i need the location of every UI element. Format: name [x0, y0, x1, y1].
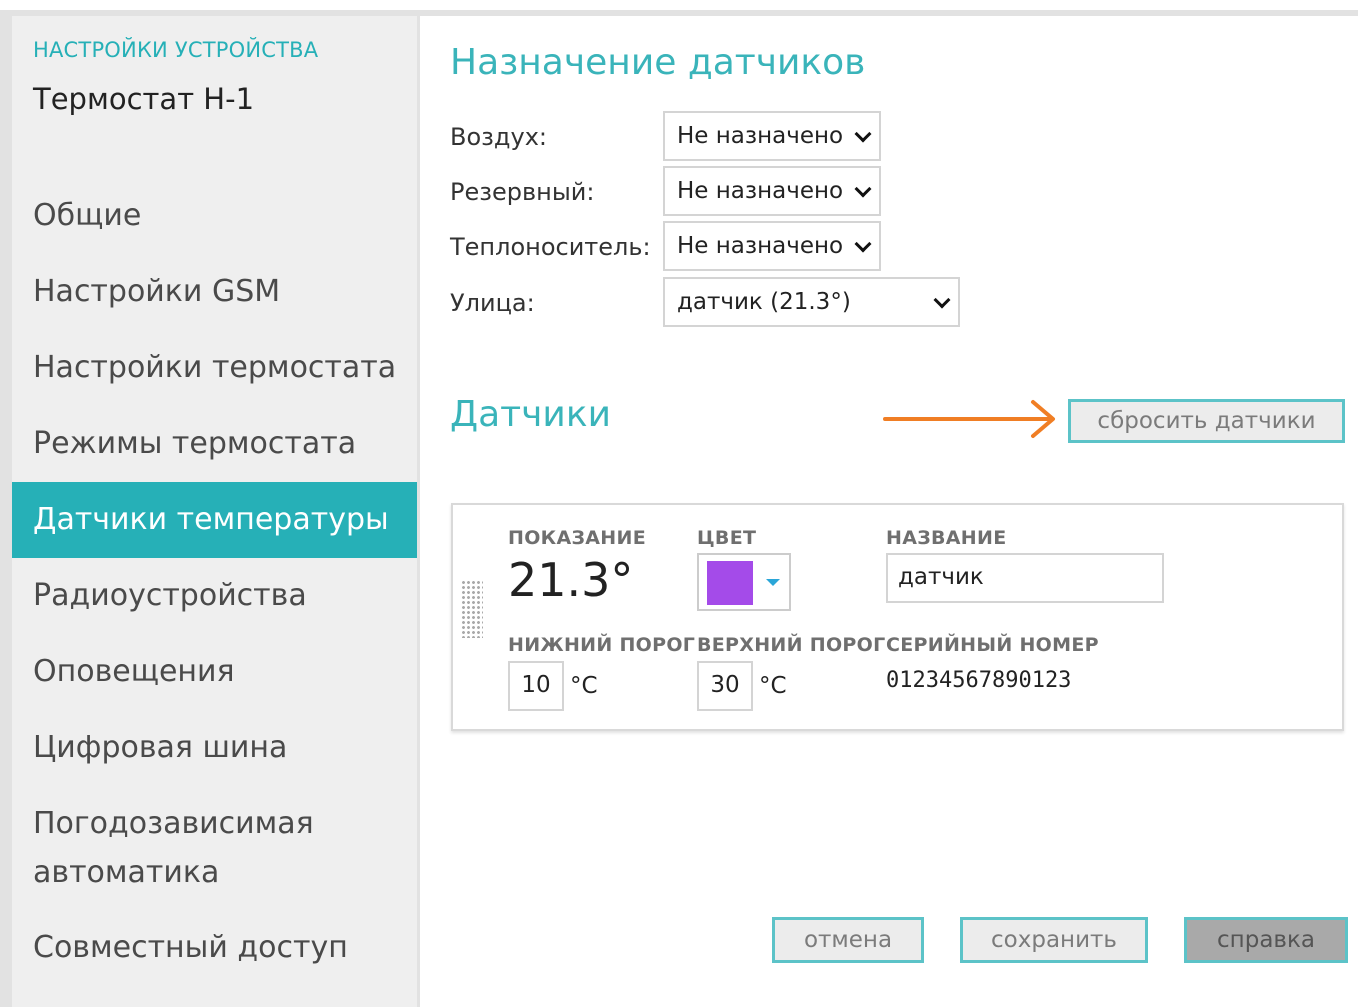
sidebar-item-digital-bus[interactable]: Цифровая шина: [12, 710, 417, 786]
chevron-down-icon: [933, 291, 951, 309]
high-threshold-unit: °C: [759, 673, 787, 699]
sidebar-item-gsm-settings[interactable]: Настройки GSM: [12, 254, 417, 330]
chevron-down-icon: [854, 235, 872, 253]
assign-value-coolant: Не назначено: [677, 233, 844, 259]
low-threshold-unit: °C: [570, 673, 598, 699]
assign-row-reserve: Резервный: Не назначено: [450, 166, 1010, 216]
serial-label: СЕРИЙНЫЙ НОМЕР: [886, 634, 1099, 656]
high-threshold-label: ВЕРХНИЙ ПОРОГ: [697, 634, 886, 656]
assign-row-air: Воздух: Не назначено: [450, 111, 1010, 161]
assign-value-air: Не назначено: [677, 123, 844, 149]
sidebar-item-radio-devices[interactable]: Радиоустройства: [12, 558, 417, 634]
sidebar-item-temperature-sensors[interactable]: Датчики температуры: [12, 482, 417, 558]
sensors-title: Датчики: [450, 394, 611, 435]
assign-select-air[interactable]: Не назначено: [663, 111, 881, 161]
cancel-button[interactable]: отмена: [772, 917, 924, 963]
color-swatch: [707, 561, 753, 605]
color-label: ЦВЕТ: [697, 527, 757, 549]
serial-number: 01234567890123: [886, 668, 1072, 693]
window-left-border: [0, 10, 12, 1007]
assign-row-street: Улица: датчик (21.3°): [450, 277, 1010, 327]
drag-handle-icon[interactable]: [461, 580, 483, 638]
assign-label-air: Воздух:: [450, 123, 547, 151]
sidebar-item-thermostat-modes[interactable]: Режимы термостата: [12, 406, 417, 482]
sidebar-item-notifications[interactable]: Оповещения: [12, 634, 417, 710]
assign-value-street: датчик (21.3°): [677, 289, 851, 315]
sidebar-item-shared-access[interactable]: Совместный доступ: [12, 910, 417, 986]
color-picker[interactable]: [697, 553, 791, 611]
assign-title: Назначение датчиков: [450, 42, 866, 83]
caret-down-icon: [766, 579, 780, 586]
low-threshold-label: НИЖНИЙ ПОРОГ: [508, 634, 696, 656]
low-threshold-input[interactable]: 10: [508, 661, 564, 711]
name-label: НАЗВАНИЕ: [886, 527, 1007, 549]
device-name: Термостат Н-1: [33, 82, 255, 116]
assign-label-street: Улица:: [450, 289, 535, 317]
sensor-card: ПОКАЗАНИЕ 21.3° ЦВЕТ НАЗВАНИЕ датчик НИЖ…: [451, 503, 1344, 731]
chevron-down-icon: [854, 180, 872, 198]
sidebar-item-general[interactable]: Общие: [12, 178, 417, 254]
settings-sidebar: НАСТРОЙКИ УСТРОЙСТВА Термостат Н-1 Общие…: [12, 16, 420, 1007]
assign-label-coolant: Теплоноситель:: [450, 233, 651, 261]
sidebar-menu: Общие Настройки GSM Настройки термостата…: [12, 178, 417, 986]
sensor-reading: 21.3°: [508, 553, 634, 607]
assign-select-coolant[interactable]: Не назначено: [663, 221, 881, 271]
assign-select-reserve[interactable]: Не назначено: [663, 166, 881, 216]
save-button[interactable]: сохранить: [960, 917, 1148, 963]
arrow-right-icon: [883, 400, 1055, 438]
reading-label: ПОКАЗАНИЕ: [508, 527, 646, 549]
high-threshold-input[interactable]: 30: [697, 661, 753, 711]
assign-value-reserve: Не назначено: [677, 178, 844, 204]
assign-label-reserve: Резервный:: [450, 178, 595, 206]
help-button[interactable]: справка: [1184, 917, 1348, 963]
reset-sensors-button[interactable]: сбросить датчики: [1068, 399, 1345, 443]
main-panel: Назначение датчиков Воздух: Не назначено…: [420, 16, 1358, 1007]
chevron-down-icon: [854, 125, 872, 143]
sidebar-item-thermostat-settings[interactable]: Настройки термостата: [12, 330, 417, 406]
assign-row-coolant: Теплоноситель: Не назначено: [450, 221, 1010, 271]
assign-select-street[interactable]: датчик (21.3°): [663, 277, 960, 327]
sidebar-item-weather-automation[interactable]: Погодозависимая автоматика: [12, 786, 417, 910]
sidebar-caption: НАСТРОЙКИ УСТРОЙСТВА: [33, 38, 319, 62]
sensor-name-input[interactable]: датчик: [886, 553, 1164, 603]
